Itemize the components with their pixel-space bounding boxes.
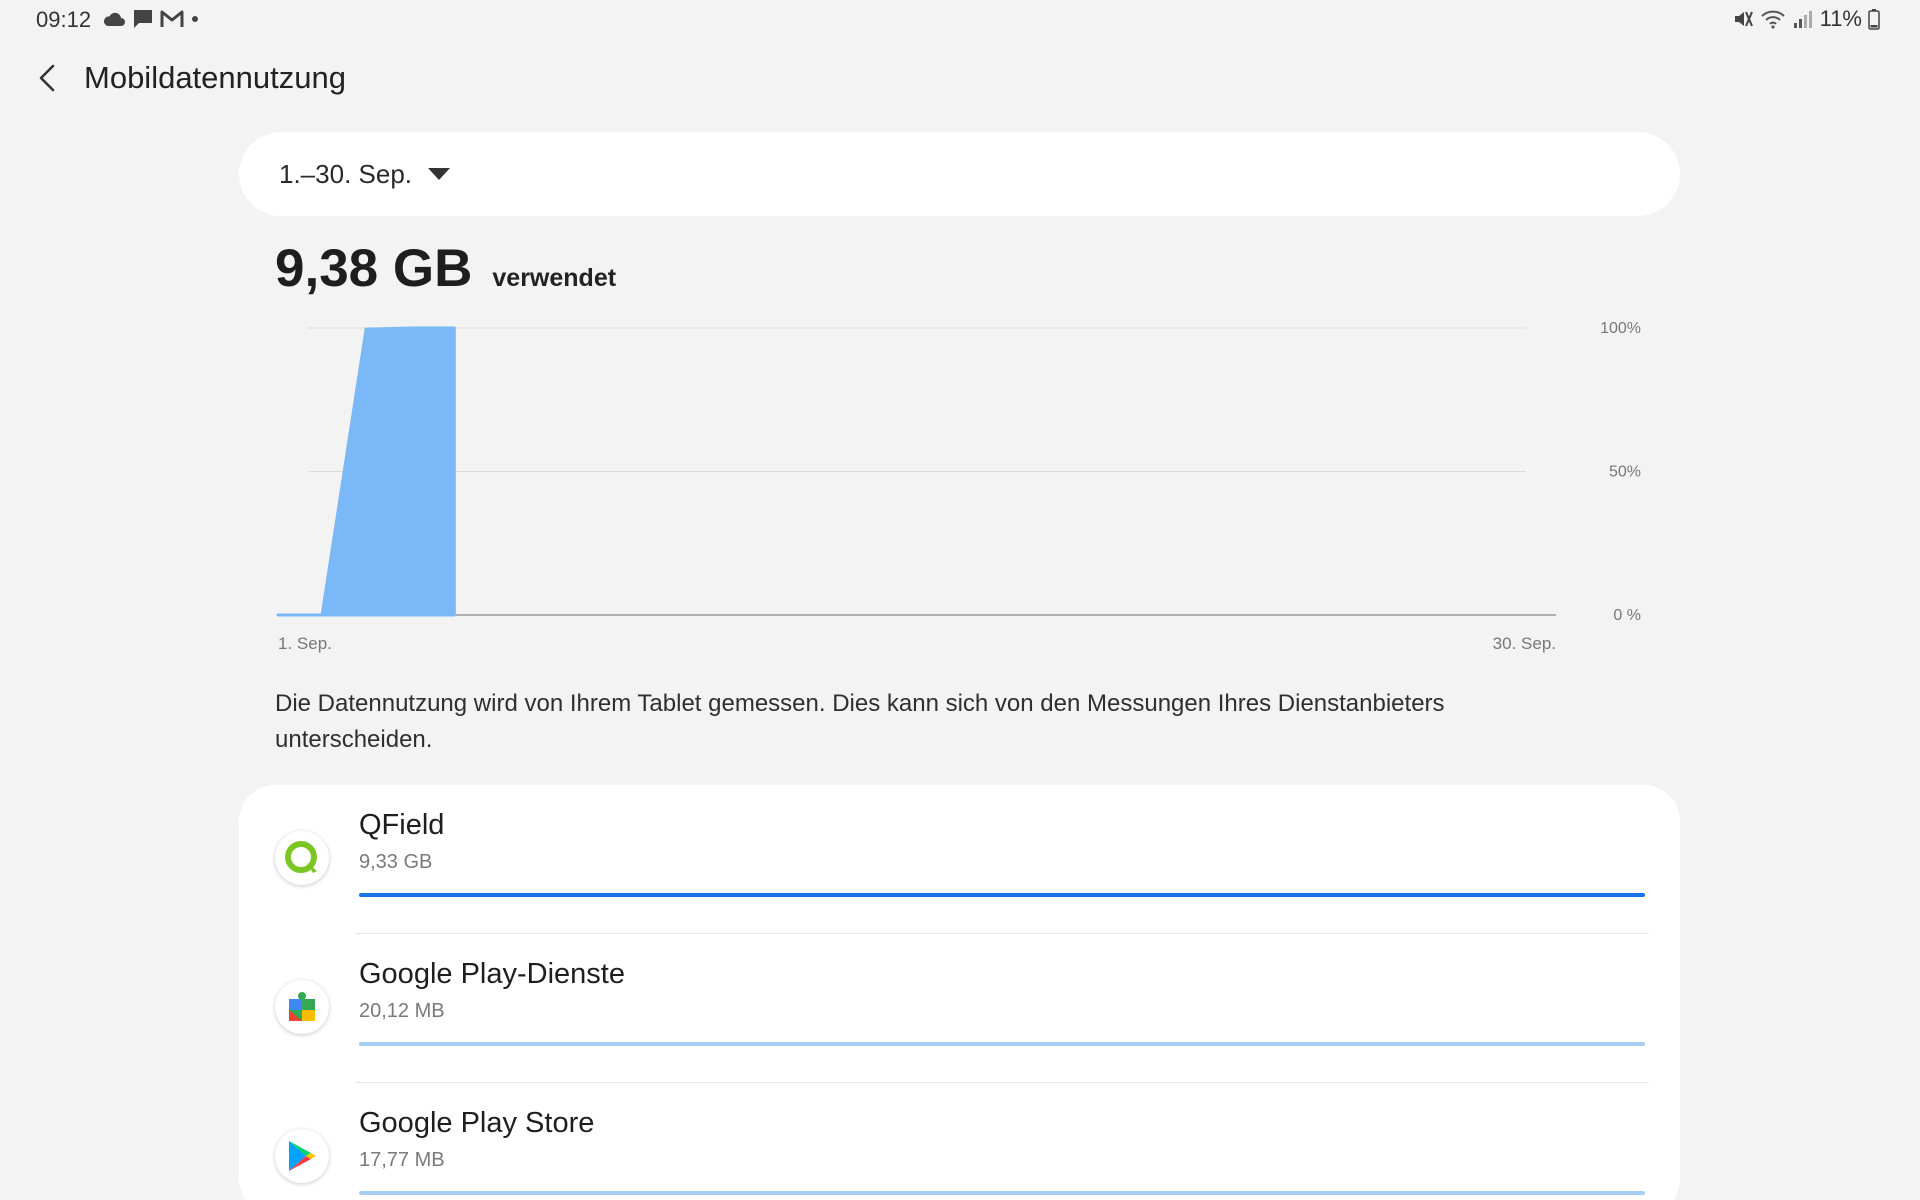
x-tick-label-start: 1. Sep. [278, 634, 332, 653]
mute-icon [1734, 11, 1753, 27]
usage-area [276, 326, 456, 617]
app-usage-list: QField 9,33 GB Google Play-Dienste 20,12… [239, 785, 1680, 1200]
google-play-services-icon [275, 980, 329, 1034]
period-label: 1.–30. Sep. [279, 158, 412, 189]
period-selector[interactable]: 1.–30. Sep. [239, 132, 1680, 216]
usage-bar [359, 1191, 1645, 1195]
app-name: Google Play Store [359, 1107, 595, 1139]
list-item-google-play-store[interactable]: Google Play Store 17,77 MB [239, 1083, 1680, 1200]
total-usage-suffix: verwendet [492, 264, 617, 292]
usage-bar-fill [359, 893, 1645, 897]
usage-bar-fill [359, 1191, 1645, 1195]
qfield-icon [275, 831, 329, 885]
page-title: Mobildatennutzung [84, 60, 346, 95]
wifi-icon [1760, 10, 1785, 29]
status-time: 09:12 [36, 7, 92, 32]
chat-icon [134, 10, 152, 28]
y-tick-label: 0 % [1613, 607, 1641, 624]
list-item-qfield[interactable]: QField 9,33 GB [239, 785, 1680, 934]
list-item-google-play-services[interactable]: Google Play-Dienste 20,12 MB [239, 934, 1680, 1083]
usage-chart: 100% 50% 0 % 1. Sep. 30. Sep. [276, 320, 1641, 653]
total-usage-value: 9,38 GB [275, 239, 473, 298]
app-size: 17,77 MB [359, 1149, 445, 1171]
usage-bar [359, 893, 1645, 897]
app-size: 9,33 GB [359, 851, 433, 873]
signal-icon [1793, 11, 1812, 28]
cloud-icon [103, 12, 125, 26]
gmail-icon [160, 10, 184, 27]
app-name: QField [359, 809, 445, 841]
notification-icons [102, 8, 200, 30]
back-arrow-icon [39, 64, 55, 92]
google-play-store-icon [275, 1129, 329, 1183]
usage-bar [359, 1042, 1645, 1046]
system-icons: 11% [1732, 6, 1880, 32]
dropdown-caret-icon [428, 168, 450, 180]
back-button[interactable] [30, 56, 64, 100]
app-bar: Mobildatennutzung [30, 56, 346, 100]
y-tick-label: 100% [1600, 320, 1641, 337]
usage-bar-fill [359, 1042, 1645, 1046]
app-size: 20,12 MB [359, 1000, 445, 1022]
dot-icon [192, 16, 198, 22]
x-tick-label-end: 30. Sep. [1493, 634, 1556, 653]
y-tick-label: 50% [1609, 464, 1641, 481]
measurement-note: Die Datennutzung wird von Ihrem Tablet g… [275, 690, 1445, 753]
total-usage: 9,38 GB verwendet [275, 238, 616, 299]
status-bar: 09:12 11% [0, 0, 1920, 38]
battery-percent: 11% [1819, 6, 1862, 31]
battery-icon [1868, 9, 1880, 30]
app-name: Google Play-Dienste [359, 958, 625, 990]
